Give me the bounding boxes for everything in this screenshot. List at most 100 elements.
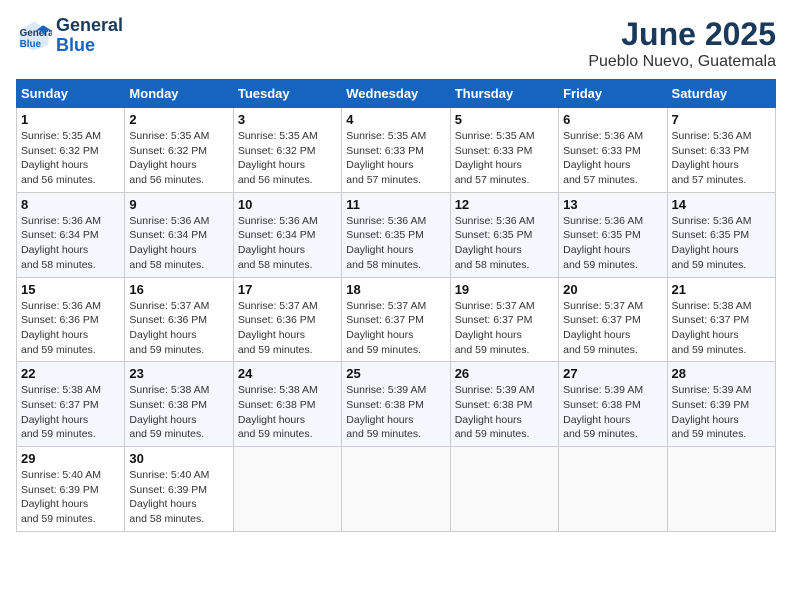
day-number: 22: [21, 366, 120, 381]
calendar-cell: 30 Sunrise: 5:40 AM Sunset: 6:39 PM Dayl…: [125, 447, 233, 532]
day-detail: Sunrise: 5:39 AM Sunset: 6:39 PM Dayligh…: [672, 383, 771, 442]
day-detail: Sunrise: 5:36 AM Sunset: 6:35 PM Dayligh…: [672, 214, 771, 273]
calendar-cell: 11 Sunrise: 5:36 AM Sunset: 6:35 PM Dayl…: [342, 192, 450, 277]
day-detail: Sunrise: 5:38 AM Sunset: 6:38 PM Dayligh…: [238, 383, 337, 442]
day-number: 5: [455, 112, 554, 127]
day-number: 4: [346, 112, 445, 127]
calendar-cell: 9 Sunrise: 5:36 AM Sunset: 6:34 PM Dayli…: [125, 192, 233, 277]
logo-text: General Blue: [56, 16, 123, 56]
location-title: Pueblo Nuevo, Guatemala: [588, 53, 776, 71]
calendar-cell: 8 Sunrise: 5:36 AM Sunset: 6:34 PM Dayli…: [17, 192, 125, 277]
weekday-header-wednesday: Wednesday: [342, 80, 450, 108]
calendar-cell: [667, 447, 775, 532]
day-detail: Sunrise: 5:36 AM Sunset: 6:35 PM Dayligh…: [563, 214, 662, 273]
calendar-cell: 7 Sunrise: 5:36 AM Sunset: 6:33 PM Dayli…: [667, 108, 775, 193]
day-number: 27: [563, 366, 662, 381]
day-number: 24: [238, 366, 337, 381]
weekday-header-tuesday: Tuesday: [233, 80, 341, 108]
calendar-cell: 2 Sunrise: 5:35 AM Sunset: 6:32 PM Dayli…: [125, 108, 233, 193]
day-number: 10: [238, 197, 337, 212]
day-number: 30: [129, 451, 228, 466]
day-detail: Sunrise: 5:35 AM Sunset: 6:32 PM Dayligh…: [21, 129, 120, 188]
day-detail: Sunrise: 5:35 AM Sunset: 6:32 PM Dayligh…: [238, 129, 337, 188]
weekday-header-monday: Monday: [125, 80, 233, 108]
calendar-cell: 13 Sunrise: 5:36 AM Sunset: 6:35 PM Dayl…: [559, 192, 667, 277]
day-detail: Sunrise: 5:38 AM Sunset: 6:38 PM Dayligh…: [129, 383, 228, 442]
calendar-cell: 15 Sunrise: 5:36 AM Sunset: 6:36 PM Dayl…: [17, 277, 125, 362]
day-detail: Sunrise: 5:38 AM Sunset: 6:37 PM Dayligh…: [672, 299, 771, 358]
logo-blue: Blue: [56, 36, 123, 56]
day-number: 21: [672, 282, 771, 297]
logo-icon: General Blue: [16, 18, 52, 54]
page-header: General Blue General Blue June 2025 Pueb…: [16, 16, 776, 71]
day-detail: Sunrise: 5:39 AM Sunset: 6:38 PM Dayligh…: [455, 383, 554, 442]
calendar-week-5: 29 Sunrise: 5:40 AM Sunset: 6:39 PM Dayl…: [17, 447, 776, 532]
day-number: 28: [672, 366, 771, 381]
day-number: 1: [21, 112, 120, 127]
logo: General Blue General Blue: [16, 16, 123, 56]
calendar-week-2: 8 Sunrise: 5:36 AM Sunset: 6:34 PM Dayli…: [17, 192, 776, 277]
calendar-cell: 14 Sunrise: 5:36 AM Sunset: 6:35 PM Dayl…: [667, 192, 775, 277]
day-detail: Sunrise: 5:36 AM Sunset: 6:33 PM Dayligh…: [672, 129, 771, 188]
calendar-cell: 25 Sunrise: 5:39 AM Sunset: 6:38 PM Dayl…: [342, 362, 450, 447]
day-number: 8: [21, 197, 120, 212]
day-detail: Sunrise: 5:38 AM Sunset: 6:37 PM Dayligh…: [21, 383, 120, 442]
calendar-cell: 18 Sunrise: 5:37 AM Sunset: 6:37 PM Dayl…: [342, 277, 450, 362]
day-detail: Sunrise: 5:36 AM Sunset: 6:35 PM Dayligh…: [455, 214, 554, 273]
day-detail: Sunrise: 5:36 AM Sunset: 6:36 PM Dayligh…: [21, 299, 120, 358]
calendar-cell: 23 Sunrise: 5:38 AM Sunset: 6:38 PM Dayl…: [125, 362, 233, 447]
calendar-cell: 16 Sunrise: 5:37 AM Sunset: 6:36 PM Dayl…: [125, 277, 233, 362]
day-detail: Sunrise: 5:36 AM Sunset: 6:34 PM Dayligh…: [238, 214, 337, 273]
logo-general: General: [56, 16, 123, 36]
day-number: 26: [455, 366, 554, 381]
calendar-week-4: 22 Sunrise: 5:38 AM Sunset: 6:37 PM Dayl…: [17, 362, 776, 447]
calendar-cell: [450, 447, 558, 532]
day-number: 25: [346, 366, 445, 381]
day-detail: Sunrise: 5:37 AM Sunset: 6:37 PM Dayligh…: [563, 299, 662, 358]
day-number: 15: [21, 282, 120, 297]
month-title: June 2025: [588, 16, 776, 53]
day-detail: Sunrise: 5:40 AM Sunset: 6:39 PM Dayligh…: [129, 468, 228, 527]
calendar-cell: 19 Sunrise: 5:37 AM Sunset: 6:37 PM Dayl…: [450, 277, 558, 362]
title-area: June 2025 Pueblo Nuevo, Guatemala: [588, 16, 776, 71]
calendar-cell: 12 Sunrise: 5:36 AM Sunset: 6:35 PM Dayl…: [450, 192, 558, 277]
weekday-header-saturday: Saturday: [667, 80, 775, 108]
day-number: 23: [129, 366, 228, 381]
day-detail: Sunrise: 5:36 AM Sunset: 6:34 PM Dayligh…: [129, 214, 228, 273]
day-number: 20: [563, 282, 662, 297]
weekday-header-thursday: Thursday: [450, 80, 558, 108]
calendar-cell: 29 Sunrise: 5:40 AM Sunset: 6:39 PM Dayl…: [17, 447, 125, 532]
weekday-header-sunday: Sunday: [17, 80, 125, 108]
day-number: 12: [455, 197, 554, 212]
calendar-week-3: 15 Sunrise: 5:36 AM Sunset: 6:36 PM Dayl…: [17, 277, 776, 362]
day-number: 18: [346, 282, 445, 297]
calendar-cell: [342, 447, 450, 532]
calendar-cell: 28 Sunrise: 5:39 AM Sunset: 6:39 PM Dayl…: [667, 362, 775, 447]
calendar-cell: 20 Sunrise: 5:37 AM Sunset: 6:37 PM Dayl…: [559, 277, 667, 362]
calendar-cell: 26 Sunrise: 5:39 AM Sunset: 6:38 PM Dayl…: [450, 362, 558, 447]
calendar-cell: 27 Sunrise: 5:39 AM Sunset: 6:38 PM Dayl…: [559, 362, 667, 447]
svg-text:Blue: Blue: [20, 39, 42, 50]
day-number: 19: [455, 282, 554, 297]
day-number: 9: [129, 197, 228, 212]
calendar-cell: 1 Sunrise: 5:35 AM Sunset: 6:32 PM Dayli…: [17, 108, 125, 193]
calendar-cell: 4 Sunrise: 5:35 AM Sunset: 6:33 PM Dayli…: [342, 108, 450, 193]
day-number: 13: [563, 197, 662, 212]
day-detail: Sunrise: 5:37 AM Sunset: 6:36 PM Dayligh…: [129, 299, 228, 358]
calendar-cell: 21 Sunrise: 5:38 AM Sunset: 6:37 PM Dayl…: [667, 277, 775, 362]
day-detail: Sunrise: 5:36 AM Sunset: 6:35 PM Dayligh…: [346, 214, 445, 273]
day-detail: Sunrise: 5:37 AM Sunset: 6:37 PM Dayligh…: [455, 299, 554, 358]
day-detail: Sunrise: 5:36 AM Sunset: 6:33 PM Dayligh…: [563, 129, 662, 188]
day-number: 16: [129, 282, 228, 297]
calendar-cell: 22 Sunrise: 5:38 AM Sunset: 6:37 PM Dayl…: [17, 362, 125, 447]
day-detail: Sunrise: 5:39 AM Sunset: 6:38 PM Dayligh…: [563, 383, 662, 442]
calendar-cell: 5 Sunrise: 5:35 AM Sunset: 6:33 PM Dayli…: [450, 108, 558, 193]
day-number: 7: [672, 112, 771, 127]
day-number: 11: [346, 197, 445, 212]
calendar-cell: [233, 447, 341, 532]
day-number: 29: [21, 451, 120, 466]
calendar-cell: 10 Sunrise: 5:36 AM Sunset: 6:34 PM Dayl…: [233, 192, 341, 277]
calendar-cell: [559, 447, 667, 532]
day-detail: Sunrise: 5:39 AM Sunset: 6:38 PM Dayligh…: [346, 383, 445, 442]
calendar-cell: 6 Sunrise: 5:36 AM Sunset: 6:33 PM Dayli…: [559, 108, 667, 193]
